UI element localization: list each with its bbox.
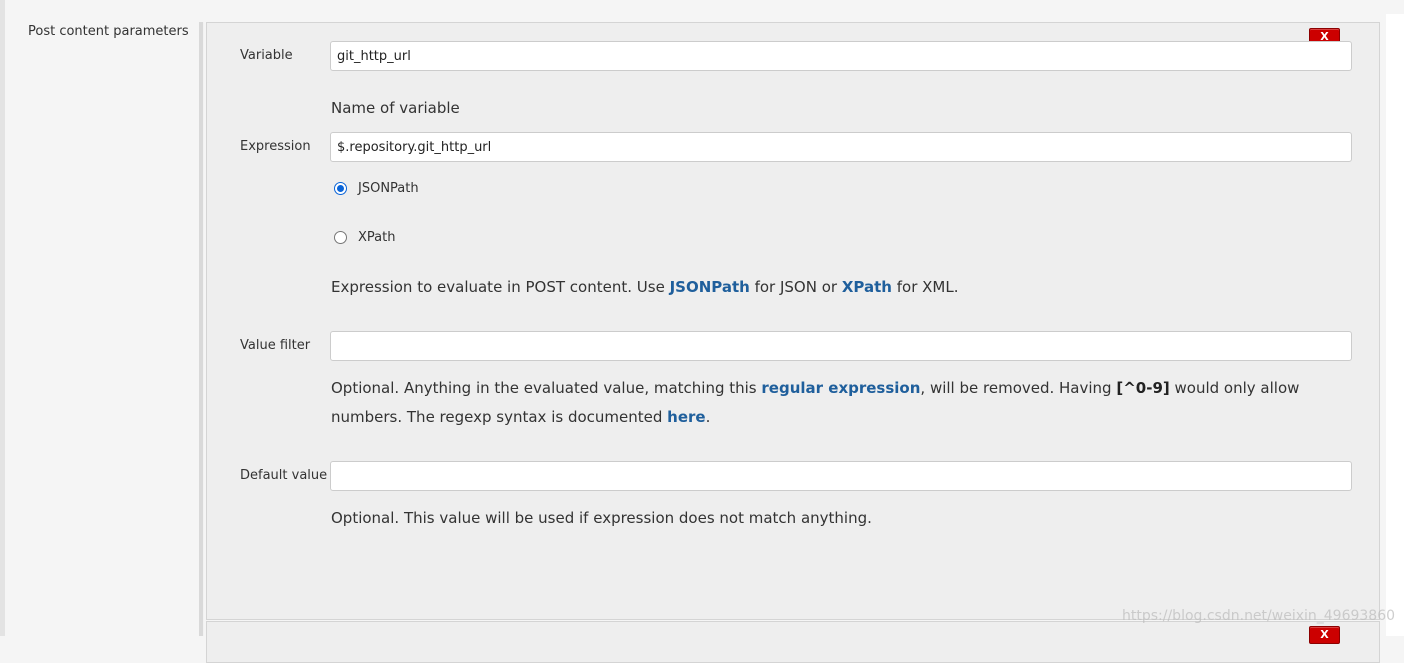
top-strip (0, 0, 1404, 14)
left-rail (0, 0, 5, 636)
default-value-input[interactable] (330, 461, 1352, 491)
expression-help: Expression to evaluate in POST content. … (331, 273, 959, 302)
variable-help: Name of variable (331, 99, 460, 117)
radio-jsonpath-button[interactable] (334, 181, 347, 195)
value-filter-help-text-2: , will be removed. Having (920, 379, 1117, 397)
radio-xpath[interactable]: XPath (334, 229, 395, 245)
delete-next-parameter-button[interactable]: X (1309, 626, 1340, 644)
value-filter-label: Value filter (240, 338, 311, 353)
watermark: https://blog.csdn.net/weixin_49693860 (1122, 608, 1396, 624)
section-label: Post content parameters (28, 24, 189, 39)
radio-jsonpath-label: JSONPath (358, 180, 419, 196)
expression-help-text: Expression to evaluate in POST content. … (331, 278, 670, 296)
jsonpath-link[interactable]: JSONPath (670, 278, 750, 296)
value-filter-input[interactable] (330, 331, 1352, 361)
expression-label: Expression (240, 139, 311, 154)
variable-input[interactable] (330, 41, 1352, 71)
expression-input[interactable] (330, 132, 1352, 162)
default-value-help: Optional. This value will be used if exp… (331, 509, 872, 527)
radio-xpath-label: XPath (358, 229, 396, 245)
radio-jsonpath[interactable]: JSONPath (334, 180, 419, 196)
right-gutter (1386, 14, 1404, 636)
radio-selected-dot (337, 184, 344, 192)
xpath-link[interactable]: XPath (842, 278, 892, 296)
value-filter-help-text-4: . (705, 408, 711, 426)
radio-xpath-button[interactable] (334, 230, 347, 244)
regex-example-code: [^0-9] (1116, 379, 1170, 397)
expression-help-text-3: for XML. (891, 278, 959, 296)
regular-expression-link[interactable]: regular expression (761, 379, 920, 397)
value-filter-help: Optional. Anything in the evaluated valu… (331, 374, 1341, 432)
post-content-parameter-block-next (206, 621, 1380, 663)
value-filter-help-text: Optional. Anything in the evaluated valu… (331, 379, 762, 397)
expression-help-text-2: for JSON or (749, 278, 842, 296)
column-divider-highlight (203, 22, 204, 636)
default-value-label: Default value (240, 468, 328, 483)
here-link[interactable]: here (667, 408, 705, 426)
variable-label: Variable (240, 48, 293, 63)
